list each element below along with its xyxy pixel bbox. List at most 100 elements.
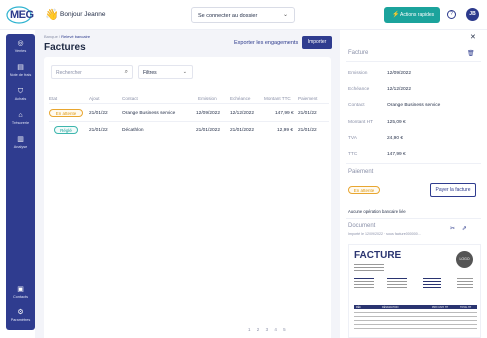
document-section-title: Document [348, 223, 376, 229]
sidebar-item-label: Analyse [13, 145, 28, 149]
sidebar-item-label: Trésorerie [11, 121, 30, 125]
chevron-down-icon: ⌄ [182, 69, 187, 75]
sidebar-item-note-de-frais[interactable]: ▤ Note de frais [6, 64, 35, 77]
sidebar-item-parametres[interactable]: ⚙ Paramètres [6, 309, 35, 322]
sidebar-item-label: Ventes [14, 49, 27, 53]
sidebar-item-label: Paramètres [10, 318, 31, 322]
payment-section-title: Paiement [348, 169, 374, 175]
invoice-preview-table-header: RÉF. DÉSIGNATION PRIX UNIT. HT TOTAL HT [354, 305, 477, 309]
sidebar-item-label: Note de frais [9, 73, 32, 77]
breadcrumb: Banque / Relevé bancaire [44, 34, 91, 39]
filter-label: Filtres [143, 70, 157, 76]
export-engagements-link[interactable]: Exporter les engagements [234, 40, 298, 46]
page-link[interactable]: 4 [274, 327, 277, 332]
divider [346, 61, 481, 62]
row-emission: 21/01/2022 [196, 127, 221, 133]
main-content: Banque / Relevé bancaire Factures Export… [35, 30, 340, 338]
field-value: Orange Business service [387, 103, 441, 108]
sidebar: ◎ Ventes ▤ Note de frais ⛉ Achats ⌂ Trés… [6, 34, 35, 330]
row-due: 21/01/2022 [230, 127, 255, 133]
contacts-icon: ▣ [17, 286, 24, 293]
no-operation-text: Aucune opération bancaire liée [348, 209, 406, 214]
invoice-preview[interactable]: FACTURE LOGO RÉF. DÉSIGNATION PRIX UNIT.… [348, 244, 481, 338]
page-link[interactable]: 3 [266, 327, 269, 332]
sidebar-item-label: Contacts [13, 295, 28, 299]
search-icon: ⌕ [124, 68, 128, 75]
column-header-echeance[interactable]: Echéance [230, 96, 250, 101]
scissors-icon[interactable]: ✂ [450, 226, 455, 232]
sidebar-item-tresorerie[interactable]: ⌂ Trésorerie [6, 112, 35, 125]
field-label: Montant HT [348, 120, 374, 125]
close-icon[interactable]: ✕ [470, 33, 476, 41]
lightning-icon: ⚡ [392, 11, 400, 18]
import-button[interactable]: Importer [302, 36, 332, 49]
row-payment: 21/01/22 [298, 110, 317, 116]
dossier-select-label: Se connecter au dossier [198, 12, 258, 19]
bag-icon: ⛉ [17, 88, 24, 95]
field-label: TVA [348, 136, 357, 141]
receipt-icon: ▤ [17, 64, 24, 71]
column-header-ajout[interactable]: Ajout [89, 96, 99, 101]
help-icon[interactable]: ? [447, 10, 456, 19]
page-link[interactable]: 1 [248, 327, 251, 332]
greeting: Bonjour Jeanne [60, 11, 106, 18]
status-badge: En attente [49, 109, 83, 117]
invoice-preview-logo: LOGO [456, 251, 473, 268]
top-bar: MEG 👋 Bonjour Jeanne Se connecter au dos… [0, 0, 487, 30]
field-label: Echéance [348, 87, 370, 92]
filter-select[interactable]: Filtres ⌄ [138, 65, 193, 79]
invoice-section-title: Facture [348, 50, 369, 56]
row-contact: Orange Business service [122, 110, 176, 116]
row-amount: 12,99 € [277, 127, 294, 133]
trash-icon[interactable]: 🗑 [467, 50, 475, 57]
divider [49, 103, 329, 104]
column-header-montant[interactable]: Montant TTC [264, 96, 291, 101]
invoice-preview-block [423, 278, 441, 298]
meg-logo[interactable]: MEG [6, 6, 34, 24]
external-link-icon[interactable]: ⇗ [462, 226, 467, 232]
breadcrumb-root[interactable]: Banque [44, 34, 58, 39]
column-header-emission[interactable]: Emission [198, 96, 217, 101]
quick-actions-button[interactable]: ⚡ Actions rapides [384, 7, 440, 23]
avatar[interactable]: JB [466, 8, 479, 21]
sidebar-item-label: Achats [14, 97, 27, 101]
page-link[interactable]: 2 [257, 327, 260, 332]
logo-text: MEG [10, 9, 34, 21]
invoice-col-label: TOTAL HT [460, 305, 472, 309]
column-header-etat[interactable]: Etat [49, 96, 57, 101]
chart-icon: ▥ [17, 136, 24, 143]
field-value: 125,09 € [387, 120, 406, 125]
column-header-contact[interactable]: Contact [122, 96, 138, 101]
divider [346, 218, 481, 219]
sidebar-item-contacts[interactable]: ▣ Contacts [6, 286, 35, 299]
document-actions: ✂ ⇗ [450, 225, 467, 232]
pay-invoice-button[interactable]: Payer la facture [430, 183, 476, 197]
row-added: 21/01/22 [89, 127, 108, 133]
search-input[interactable]: Rechercher ⌕ [51, 65, 133, 79]
invoice-preview-block [457, 278, 473, 298]
field-value: 147,99 € [387, 152, 406, 157]
sidebar-item-analyse[interactable]: ▥ Analyse [6, 136, 35, 149]
invoice-col-label: DÉSIGNATION [382, 305, 399, 309]
row-contact: Décathlon [122, 127, 144, 133]
column-header-paiement[interactable]: Paiement [298, 96, 317, 101]
sidebar-item-achats[interactable]: ⛉ Achats [6, 88, 35, 101]
divider [346, 163, 481, 164]
row-due: 12/12/2022 [230, 110, 255, 116]
field-value: 24,90 € [387, 136, 404, 141]
page-link[interactable]: 5 [283, 327, 286, 332]
invoice-preview-block [387, 278, 407, 294]
dossier-select[interactable]: Se connecter au dossier ⌄ [191, 7, 295, 23]
invoices-card: Rechercher ⌕ Filtres ⌄ Etat Ajout Contac… [44, 57, 331, 338]
row-amount: 147,99 € [275, 110, 294, 116]
sidebar-item-ventes[interactable]: ◎ Ventes [6, 40, 35, 53]
invoice-col-label: PRIX UNIT. HT [432, 305, 449, 309]
document-subtitle: Importé le 12/09/2022 · sous facture0000… [348, 232, 421, 236]
payment-status-badge: En attente [348, 186, 380, 194]
divider [49, 121, 329, 122]
breadcrumb-current: Relevé bancaire [61, 34, 91, 39]
quick-actions-label: Actions rapides [400, 12, 435, 18]
field-label: TTC [348, 152, 358, 157]
field-value: 12/12/2022 [387, 87, 412, 92]
field-value: 12/09/2022 [387, 71, 412, 76]
